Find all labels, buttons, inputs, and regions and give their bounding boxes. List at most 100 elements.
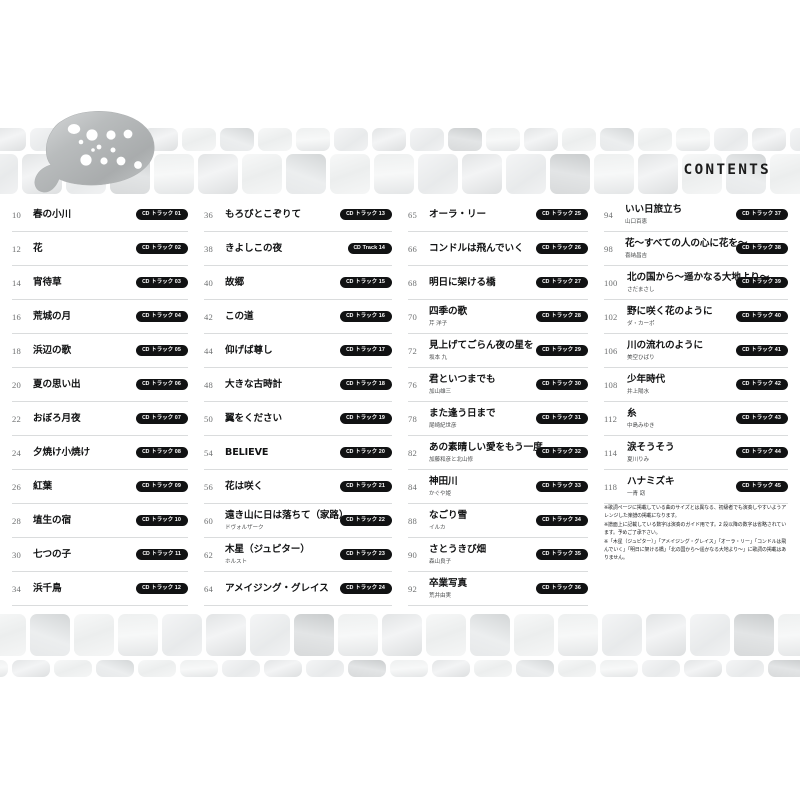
entry-title: 七つの子: [33, 548, 71, 560]
contents-entry[interactable]: 76 君といつまでも 加山雄三 CD トラック 30: [408, 368, 588, 402]
decorative-tile: [562, 128, 596, 151]
decorative-tile: [0, 154, 18, 194]
entry-page-number: 92: [408, 583, 417, 594]
cd-track-badge: CD トラック 06: [136, 378, 188, 391]
contents-entry[interactable]: 56 花は咲く CD トラック 21: [204, 470, 392, 504]
contents-entry[interactable]: 106 川の流れのように 美空ひばり CD トラック 41: [604, 334, 788, 368]
contents-entry[interactable]: 64 アメイジング・グレイス CD トラック 24: [204, 572, 392, 606]
contents-entry[interactable]: 40 故郷 CD トラック 15: [204, 266, 392, 300]
contents-entry[interactable]: 112 糸中島みゆき CD トラック 43: [604, 402, 788, 436]
entry-page-number: 65: [408, 209, 417, 220]
entry-title-wrap: 花は咲く: [225, 481, 340, 493]
cd-logo-icon: CD: [142, 448, 150, 455]
contents-entry[interactable]: 10 春の小川 CD トラック 01: [12, 198, 188, 232]
entry-page-number: 42: [204, 311, 213, 322]
cd-logo-icon: CD: [346, 278, 354, 285]
cd-track-number: トラック 09: [151, 482, 181, 489]
decorative-tile: [448, 128, 482, 151]
entry-title-wrap: 見上げてごらん夜の星を 坂本 九: [429, 340, 536, 361]
cd-track-badge: CD トラック 13: [340, 208, 392, 221]
cd-track-badge: CD トラック 42: [736, 378, 788, 391]
contents-entry[interactable]: 12 花 CD トラック 02: [12, 232, 188, 266]
contents-entry[interactable]: 100 北の国から〜遥かなる大地より〜 さだまさし CD トラック 39: [604, 266, 788, 300]
decorative-tile: [206, 614, 246, 656]
footnote-item: ※歌詞ページに掲載している曲のサイズとは異なる、初級者でも演奏しやすいようアレン…: [604, 505, 786, 519]
contents-entry[interactable]: 60 遠き山に日は落ちて（家路） ドヴォルザーク CD トラック 22: [204, 504, 392, 538]
decorative-tile: [138, 660, 176, 677]
decorative-tile: [334, 128, 368, 151]
cd-track-number: トラック 38: [751, 244, 781, 251]
contents-entry[interactable]: 44 仰げば尊し CD トラック 17: [204, 334, 392, 368]
cd-track-badge: CD トラック 38: [736, 242, 788, 255]
cd-logo-icon: CD: [542, 210, 550, 217]
entry-title: 遠き山に日は落ちて（家路）: [225, 510, 349, 521]
decorative-tile: [180, 660, 218, 677]
contents-entry[interactable]: 54 BELIEVE CD トラック 20: [204, 436, 392, 470]
decorative-tile: [684, 660, 722, 677]
contents-entry[interactable]: 34 浜千鳥 CD トラック 12: [12, 572, 188, 606]
entry-title: 仰げば尊し: [225, 344, 273, 356]
contents-entry[interactable]: 38 きよしこの夜 CD Track 14: [204, 232, 392, 266]
entry-page-number: 94: [604, 209, 613, 220]
contents-entry[interactable]: 18 浜辺の歌 CD トラック 05: [12, 334, 188, 368]
entry-title: 翼をください: [225, 412, 282, 424]
contents-entry[interactable]: 48 大きな古時計 CD トラック 18: [204, 368, 392, 402]
contents-entry[interactable]: 22 おぼろ月夜 CD トラック 07: [12, 402, 188, 436]
contents-entry[interactable]: 68 明日に架ける橋 CD トラック 27: [408, 266, 588, 300]
contents-entry[interactable]: 108 少年時代 井上陽水 CD トラック 42: [604, 368, 788, 402]
cd-logo-icon: CD: [542, 414, 550, 421]
entry-page-number: 66: [408, 243, 417, 254]
entry-page-number: 22: [12, 413, 21, 424]
contents-entry[interactable]: 62 木星（ジュピター） ホルスト CD トラック 23: [204, 538, 392, 572]
decorative-tile: [0, 660, 8, 677]
entry-title-wrap: 荒城の月: [33, 311, 136, 323]
cd-track-number: トラック 27: [551, 278, 581, 285]
entry-page-number: 60: [204, 515, 213, 526]
decorative-tile: [220, 128, 254, 151]
contents-entry[interactable]: 118 ハナミズキ 一青 窈 CD トラック 45: [604, 470, 788, 504]
entry-title: もろびとこぞりて: [225, 208, 301, 220]
contents-entry[interactable]: 14 宵待草 CD トラック 03: [12, 266, 188, 300]
entry-page-number: 38: [204, 243, 213, 254]
contents-entry[interactable]: 92 卒業写真 荒井由実 CD トラック 36: [408, 572, 588, 606]
decorative-tile: [12, 660, 50, 677]
cd-track-badge: CD トラック 24: [340, 582, 392, 595]
cd-track-badge: CD トラック 39: [736, 276, 788, 289]
contents-entry[interactable]: 94 いい日旅立ち 山口百恵 CD トラック 37: [604, 198, 788, 232]
contents-page: CONTENTS 10 春の小川 CD トラック 01 12 花 CD トラック 02 14 宵待…: [0, 0, 800, 800]
cd-track-badge: CD トラック 35: [536, 548, 588, 561]
contents-entry[interactable]: 82 あの素晴しい愛をもう一度 加藤和彦と北山修 CD トラック 32: [408, 436, 588, 470]
contents-entry[interactable]: 72 見上げてごらん夜の星を 坂本 九 CD トラック 29: [408, 334, 588, 368]
entry-title-wrap: 糸中島みゆき: [627, 408, 736, 429]
contents-entry[interactable]: 26 紅葉 CD トラック 09: [12, 470, 188, 504]
contents-entry[interactable]: 90 さとうきび畑 森山良子 CD トラック 35: [408, 538, 588, 572]
contents-entry[interactable]: 98 花〜すべての人の心に花を〜 喜納昌吉 CD トラック 38: [604, 232, 788, 266]
contents-entry[interactable]: 36 もろびとこぞりて CD トラック 13: [204, 198, 392, 232]
decorative-tile: [642, 660, 680, 677]
contents-entry[interactable]: 70 四季の歌芹 洋子 CD トラック 28: [408, 300, 588, 334]
decorative-tile: [768, 660, 800, 677]
decorative-tile: [258, 128, 292, 151]
contents-entry[interactable]: 30 七つの子 CD トラック 11: [12, 538, 188, 572]
contents-entry[interactable]: 28 埴生の宿 CD トラック 10: [12, 504, 188, 538]
decorative-tile: [264, 660, 302, 677]
contents-entry[interactable]: 24 夕焼け小焼け CD トラック 08: [12, 436, 188, 470]
contents-entry[interactable]: 102 野に咲く花のように ダ・カーポ CD トラック 40: [604, 300, 788, 334]
contents-entry[interactable]: 20 夏の思い出 CD トラック 06: [12, 368, 188, 402]
contents-entry[interactable]: 88 なごり雪 イルカ CD トラック 34: [408, 504, 588, 538]
footnotes: ※歌詞ページに掲載している曲のサイズとは異なる、初級者でも演奏しやすいようアレン…: [604, 505, 786, 564]
cd-logo-icon: CD: [142, 346, 150, 353]
cd-track-number: トラック 11: [151, 550, 181, 557]
entry-page-number: 64: [204, 583, 213, 594]
contents-entry[interactable]: 65 オーラ・リー CD トラック 25: [408, 198, 588, 232]
contents-entry[interactable]: 50 翼をください CD トラック 19: [204, 402, 392, 436]
contents-entry[interactable]: 66 コンドルは飛んでいく CD トラック 26: [408, 232, 588, 266]
entry-artist: 加藤和彦と北山修: [429, 456, 473, 463]
entry-title: BELIEVE: [225, 446, 269, 458]
contents-entry[interactable]: 78 また逢う日まで 尾崎紀世彦 CD トラック 31: [408, 402, 588, 436]
contents-entry[interactable]: 84 神田川 かぐや姫 CD トラック 33: [408, 470, 588, 504]
contents-entry[interactable]: 114 涙そうそう 夏川りみ CD トラック 44: [604, 436, 788, 470]
contents-entry[interactable]: 16 荒城の月 CD トラック 04: [12, 300, 188, 334]
entry-title: 見上げてごらん夜の星を: [429, 340, 534, 351]
contents-entry[interactable]: 42 この道 CD トラック 16: [204, 300, 392, 334]
